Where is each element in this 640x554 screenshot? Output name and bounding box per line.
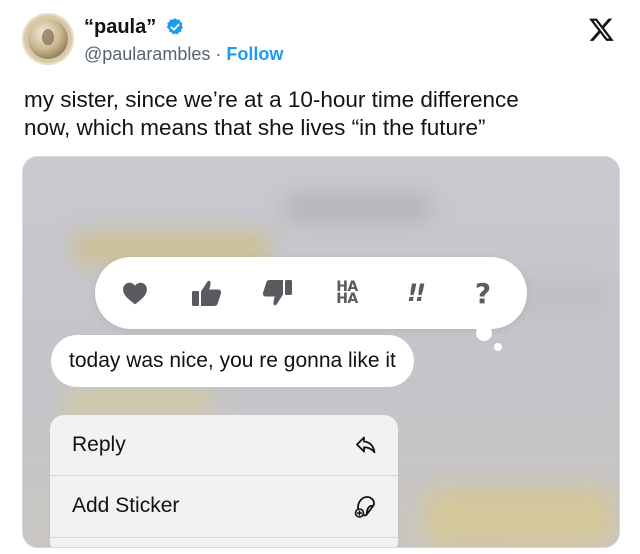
emphasis-icon[interactable]: !! bbox=[395, 257, 435, 329]
handle-line: @paularambles · Follow bbox=[84, 43, 283, 65]
menu-item-label: Add Sticker bbox=[72, 494, 180, 517]
display-name[interactable]: “paula” bbox=[84, 15, 156, 39]
verified-badge-icon bbox=[166, 18, 183, 35]
reply-arrow-icon bbox=[356, 436, 376, 454]
thumbs-down-icon[interactable] bbox=[255, 257, 299, 329]
blurred-background bbox=[63, 387, 213, 417]
question-icon[interactable]: ? bbox=[463, 257, 503, 329]
blurred-background bbox=[283, 193, 433, 223]
context-menu: Reply Add Sticker bbox=[50, 415, 398, 547]
haha-label-bottom: HA bbox=[336, 291, 358, 307]
avatar-image bbox=[28, 19, 68, 59]
blurred-background bbox=[423, 487, 613, 547]
haha-icon[interactable]: HA HA bbox=[319, 257, 375, 329]
tweet-text: my sister, since we’re at a 10-hour time… bbox=[24, 86, 624, 142]
handle[interactable]: @paularambles bbox=[84, 44, 210, 64]
tweet-media-image[interactable]: HA HA !! ? today was nice, you re gonna … bbox=[22, 156, 620, 548]
heart-icon[interactable] bbox=[115, 257, 155, 329]
tweet-text-line: my sister, since we’re at a 10-hour time… bbox=[24, 87, 519, 112]
thumbs-up-icon[interactable] bbox=[185, 257, 229, 329]
message-bubble[interactable]: today was nice, you re gonna like it bbox=[51, 335, 414, 387]
tapback-tail-dot bbox=[476, 325, 492, 341]
menu-item-label: Reply bbox=[72, 433, 126, 456]
menu-divider bbox=[50, 537, 398, 538]
menu-item-reply[interactable]: Reply bbox=[50, 415, 398, 475]
x-logo-icon[interactable] bbox=[588, 17, 614, 43]
menu-item-add-sticker[interactable]: Add Sticker bbox=[50, 476, 398, 536]
question-label: ? bbox=[474, 276, 492, 310]
tapback-reaction-bar: HA HA !! ? bbox=[95, 257, 527, 329]
separator-dot: · bbox=[215, 44, 222, 64]
avatar[interactable] bbox=[22, 13, 74, 65]
haha-label: HA HA bbox=[336, 280, 358, 307]
emphasis-label: !! bbox=[407, 279, 426, 307]
tapback-tail-dot bbox=[494, 343, 502, 351]
tweet-text-line: now, which means that she lives “in the … bbox=[24, 115, 486, 140]
follow-button[interactable]: Follow bbox=[226, 44, 283, 64]
sticker-icon bbox=[354, 496, 375, 518]
